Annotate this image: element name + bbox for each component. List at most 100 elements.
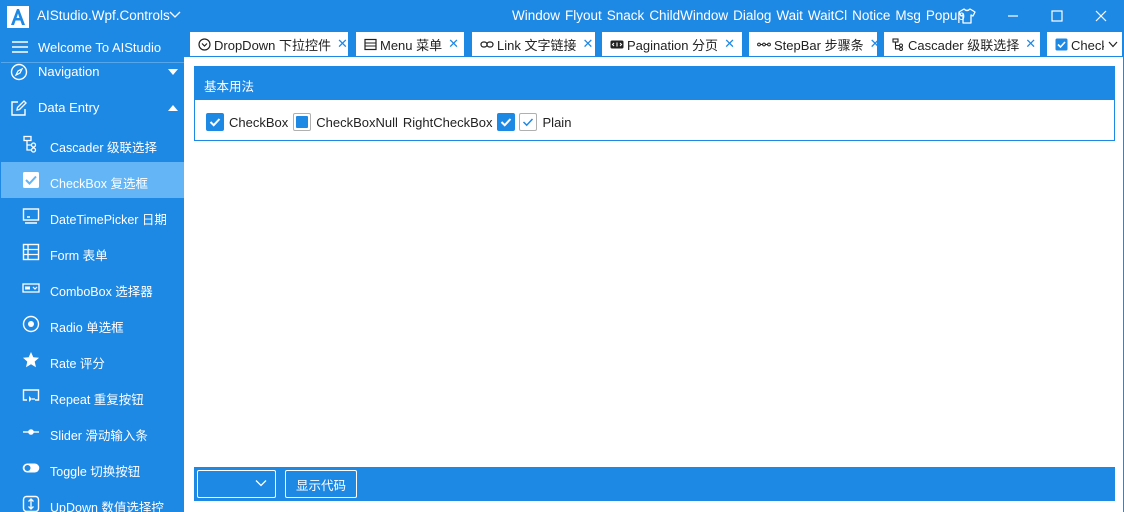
sidebar-item-checkbox[interactable]: CheckBox 复选框 xyxy=(1,162,184,198)
menu-icon xyxy=(364,37,377,51)
maximize-icon xyxy=(1051,10,1063,22)
tab-dropdown[interactable]: DropDown 下拉控件 ✕ xyxy=(190,32,348,56)
app-title: AIStudio.Wpf.Controls xyxy=(37,8,170,23)
checkbox-checked-icon xyxy=(496,113,515,131)
menu-wait[interactable]: Wait xyxy=(776,8,803,23)
chevron-down-icon[interactable] xyxy=(168,7,182,21)
sidebar-item-updown[interactable]: UpDown 数值选择控 xyxy=(1,486,184,512)
sidebar-item-datetimepicker[interactable]: DateTimePicker 日期 xyxy=(1,198,184,234)
close-icon[interactable]: ✕ xyxy=(448,36,459,52)
data-entry-label: Data Entry xyxy=(38,100,100,115)
menu-window[interactable]: Window xyxy=(512,8,560,23)
sidebar-item-slider[interactable]: Slider 滑动输入条 xyxy=(1,414,184,450)
show-code-button[interactable]: 显示代码 xyxy=(285,470,357,498)
checkbox-icon xyxy=(1055,37,1068,51)
sidebar-item-label: Repeat 重复按钮 xyxy=(50,393,144,407)
tab-menu[interactable]: Menu 菜单 ✕ xyxy=(356,32,464,56)
close-icon[interactable]: ✕ xyxy=(582,36,593,52)
sidebar-item-label: Toggle 切换按钮 xyxy=(50,465,141,479)
sidebar-group-navigation[interactable]: Navigation xyxy=(1,54,184,90)
welcome-label: Welcome To AIStudio xyxy=(38,40,162,55)
tab-label: Link 文字链接 xyxy=(497,37,577,53)
checkbox-plain[interactable]: Plain xyxy=(518,113,572,131)
theme-combobox[interactable] xyxy=(197,470,276,498)
checkbox-label: Plain xyxy=(542,114,572,130)
checkbox-label: RightCheckBox xyxy=(402,114,493,130)
toggle-icon xyxy=(22,463,40,473)
sidebar-item-label: Slider 滑动输入条 xyxy=(50,429,148,443)
datetimepicker-icon xyxy=(22,208,40,224)
tab-pagination[interactable]: Pagination 分页 ✕ xyxy=(602,32,742,56)
sidebar-item-label: ComboBox 选择器 xyxy=(50,285,153,299)
combobox-icon xyxy=(22,283,40,293)
sidebar-item-combobox[interactable]: ComboBox 选择器 xyxy=(1,270,184,306)
sidebar-item-cascader[interactable]: Cascader 级联选择 xyxy=(1,126,184,162)
close-icon[interactable]: ✕ xyxy=(1025,36,1036,52)
sidebar-item-form[interactable]: Form 表单 xyxy=(1,234,184,270)
edit-icon xyxy=(11,100,27,116)
navigation-label: Navigation xyxy=(38,64,100,79)
title-bar: AIStudio.Wpf.Controls Window Flyout Snac… xyxy=(1,1,1123,31)
sidebar-item-radio[interactable]: Radio 单选框 xyxy=(1,306,184,342)
tab-stepbar[interactable]: StepBar 步骤条 ✕ xyxy=(749,32,877,56)
sidebar-item-repeat[interactable]: Repeat 重复按钮 xyxy=(1,378,184,414)
tab-label: Pagination 分页 xyxy=(627,37,719,53)
demo-card: 基本用法 CheckBox CheckBoxNull RightCheckBox xyxy=(194,66,1115,141)
sidebar-item-rate[interactable]: Rate 评分 xyxy=(1,342,184,378)
close-icon[interactable]: ✕ xyxy=(337,36,348,52)
demo-card-title: 基本用法 xyxy=(204,80,255,94)
checkbox-indeterminate-icon xyxy=(293,113,312,131)
maximize-button[interactable] xyxy=(1035,1,1079,31)
shirt-icon xyxy=(958,8,976,24)
caret-down-icon xyxy=(168,69,178,75)
sidebar: Welcome To AIStudio Navigation Data Entr… xyxy=(1,31,184,512)
checkbox-basic[interactable]: CheckBox xyxy=(206,113,288,131)
tab-label: StepBar 步骤条 xyxy=(774,37,864,53)
minimize-button[interactable] xyxy=(991,1,1035,31)
chevron-down-icon xyxy=(1108,41,1118,47)
tab-strip: DropDown 下拉控件 ✕ Menu 菜单 ✕ Link 文字链接 ✕ Pa… xyxy=(184,31,1123,57)
checkbox-checked-icon xyxy=(206,113,224,131)
content-area: 基本用法 CheckBox CheckBoxNull RightCheckBox xyxy=(184,57,1123,512)
chevron-down-icon xyxy=(255,480,267,487)
sidebar-item-label: Form 表单 xyxy=(50,249,108,263)
slider-icon xyxy=(23,429,39,435)
checkbox-label: CheckBox xyxy=(229,114,289,130)
demo-card-header: 基本用法 xyxy=(195,67,1114,100)
sidebar-item-toggle[interactable]: Toggle 切换按钮 xyxy=(1,450,184,486)
menu-dialog[interactable]: Dialog xyxy=(733,8,771,23)
menu-flyout[interactable]: Flyout xyxy=(565,8,602,23)
caret-up-icon xyxy=(168,105,178,111)
sidebar-item-label: Cascader 级联选择 xyxy=(50,141,157,155)
menu-waitcl[interactable]: WaitCl xyxy=(808,8,847,23)
menu-notice[interactable]: Notice xyxy=(852,8,890,23)
skin-button[interactable] xyxy=(945,1,989,31)
bottom-toolbar: 显示代码 xyxy=(194,467,1115,501)
app-window: AIStudio.Wpf.Controls Window Flyout Snac… xyxy=(0,0,1124,512)
menu-childwindow[interactable]: ChildWindow xyxy=(649,8,728,23)
sidebar-item-label: DateTimePicker 日期 xyxy=(50,213,167,227)
tab-overflow-button[interactable] xyxy=(1104,32,1122,56)
checkbox-plain-icon xyxy=(518,113,537,131)
tab-label: CheckBox 复选框 xyxy=(1071,37,1104,53)
checkbox-null[interactable]: CheckBoxNull xyxy=(293,113,398,131)
close-icon[interactable]: ✕ xyxy=(870,36,877,52)
radio-icon xyxy=(22,315,40,333)
tab-cascader[interactable]: Cascader 级联选择 ✕ xyxy=(884,32,1040,56)
checkbox-right[interactable]: RightCheckBox xyxy=(403,113,515,131)
tab-label: Menu 菜单 xyxy=(380,37,443,53)
menu-snack[interactable]: Snack xyxy=(607,8,645,23)
sidebar-item-label: Radio 单选框 xyxy=(50,321,124,335)
close-button[interactable] xyxy=(1079,1,1123,31)
menu-msg[interactable]: Msg xyxy=(895,8,921,23)
close-icon xyxy=(1095,10,1107,22)
form-icon xyxy=(22,243,40,261)
sidebar-group-data-entry[interactable]: Data Entry xyxy=(1,90,184,126)
link-icon xyxy=(480,37,494,51)
tab-link[interactable]: Link 文字链接 ✕ xyxy=(472,32,595,56)
stepbar-icon xyxy=(757,37,771,51)
tab-checkbox[interactable]: CheckBox 复选框 xyxy=(1047,32,1104,56)
minimize-icon xyxy=(1008,15,1018,17)
close-icon[interactable]: ✕ xyxy=(724,36,735,52)
compass-icon xyxy=(10,63,28,81)
